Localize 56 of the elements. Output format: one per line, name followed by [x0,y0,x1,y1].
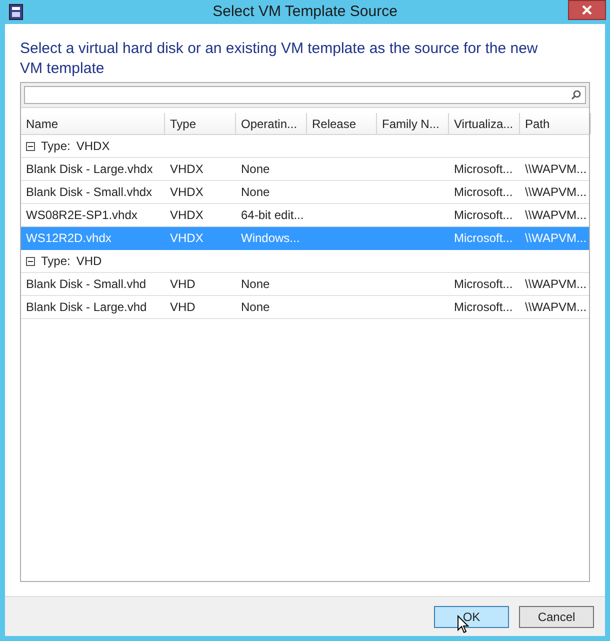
table-cell: WS12R2D.vhdx [26,231,112,245]
collapse-icon[interactable] [26,142,35,150]
table-cell: Windows... [241,231,300,245]
search-icon [571,90,581,100]
table-cell: WS08R2E-SP1.vhdx [26,208,138,222]
table-cell: Microsoft... [454,208,513,222]
table-row[interactable]: Blank Disk - Small.vhd VHD None Microsoft... \\WAPVM... [21,273,589,296]
column-header[interactable]: Family N... [377,113,449,134]
close-icon [582,5,592,15]
table-cell: VHDX [170,231,204,245]
table-cell: Blank Disk - Large.vhd [26,300,147,314]
table-cell: 64-bit edit... [241,208,304,222]
table-cell: \\WAPVM... [525,277,587,291]
ok-button[interactable]: OK [434,606,509,628]
group-label: Type: [41,253,70,270]
table-cell: Blank Disk - Small.vhdx [26,185,152,199]
search-field[interactable] [24,86,586,104]
column-header[interactable]: Type [165,113,236,134]
column-header[interactable]: Path [520,113,591,134]
table-cell: VHD [170,277,196,291]
table-cell: \\WAPVM... [525,162,587,176]
column-header[interactable]: Virtualiza... [449,113,520,134]
table-row[interactable]: Blank Disk - Large.vhdx VHDX None Microsoft... \\WAPVM... [21,158,589,181]
table-cell: VHDX [170,185,204,199]
group-value: VHD [76,253,102,270]
table-cell: Microsoft... [454,277,513,291]
table-cell: Microsoft... [454,231,513,245]
app-icon [9,4,23,20]
table-row[interactable]: Blank Disk - Large.vhd VHD None Microsoft... \\WAPVM... [21,296,589,319]
table-cell: \\WAPVM... [525,300,587,314]
table-cell: Microsoft... [454,185,513,199]
instruction-text: Select a virtual hard disk or an existing VM template as the source for the new VM template [20,39,539,79]
table-cell: Blank Disk - Small.vhd [26,277,146,291]
table-cell: \\WAPVM... [525,208,587,222]
table-cell: \\WAPVM... [525,231,587,245]
group-label: Type: [41,138,70,155]
cancel-button[interactable]: Cancel [519,606,594,628]
table-cell: None [241,162,270,176]
close-button[interactable] [568,0,606,20]
table-cell: Blank Disk - Large.vhdx [26,162,153,176]
collapse-icon[interactable] [26,256,35,266]
table-cell: VHD [170,300,196,314]
group-value: VHDX [76,138,110,155]
table-cell: Microsoft... [454,300,513,314]
table-cell: \\WAPVM... [525,185,587,199]
window-title: Select VM Template Source [212,2,398,22]
column-header[interactable]: Release [307,113,377,134]
table-cell: None [241,185,270,199]
column-header[interactable]: Operatin... [236,113,307,134]
column-header[interactable]: Name [21,113,165,134]
table-cell: VHDX [170,162,204,176]
table-cell: Microsoft... [454,162,513,176]
table-cell: None [241,300,270,314]
table-cell: VHDX [170,208,204,222]
table-cell: None [241,277,270,291]
table-row[interactable]: Blank Disk - Small.vhdx VHDX None Microsoft... \\WAPVM... [21,181,589,204]
